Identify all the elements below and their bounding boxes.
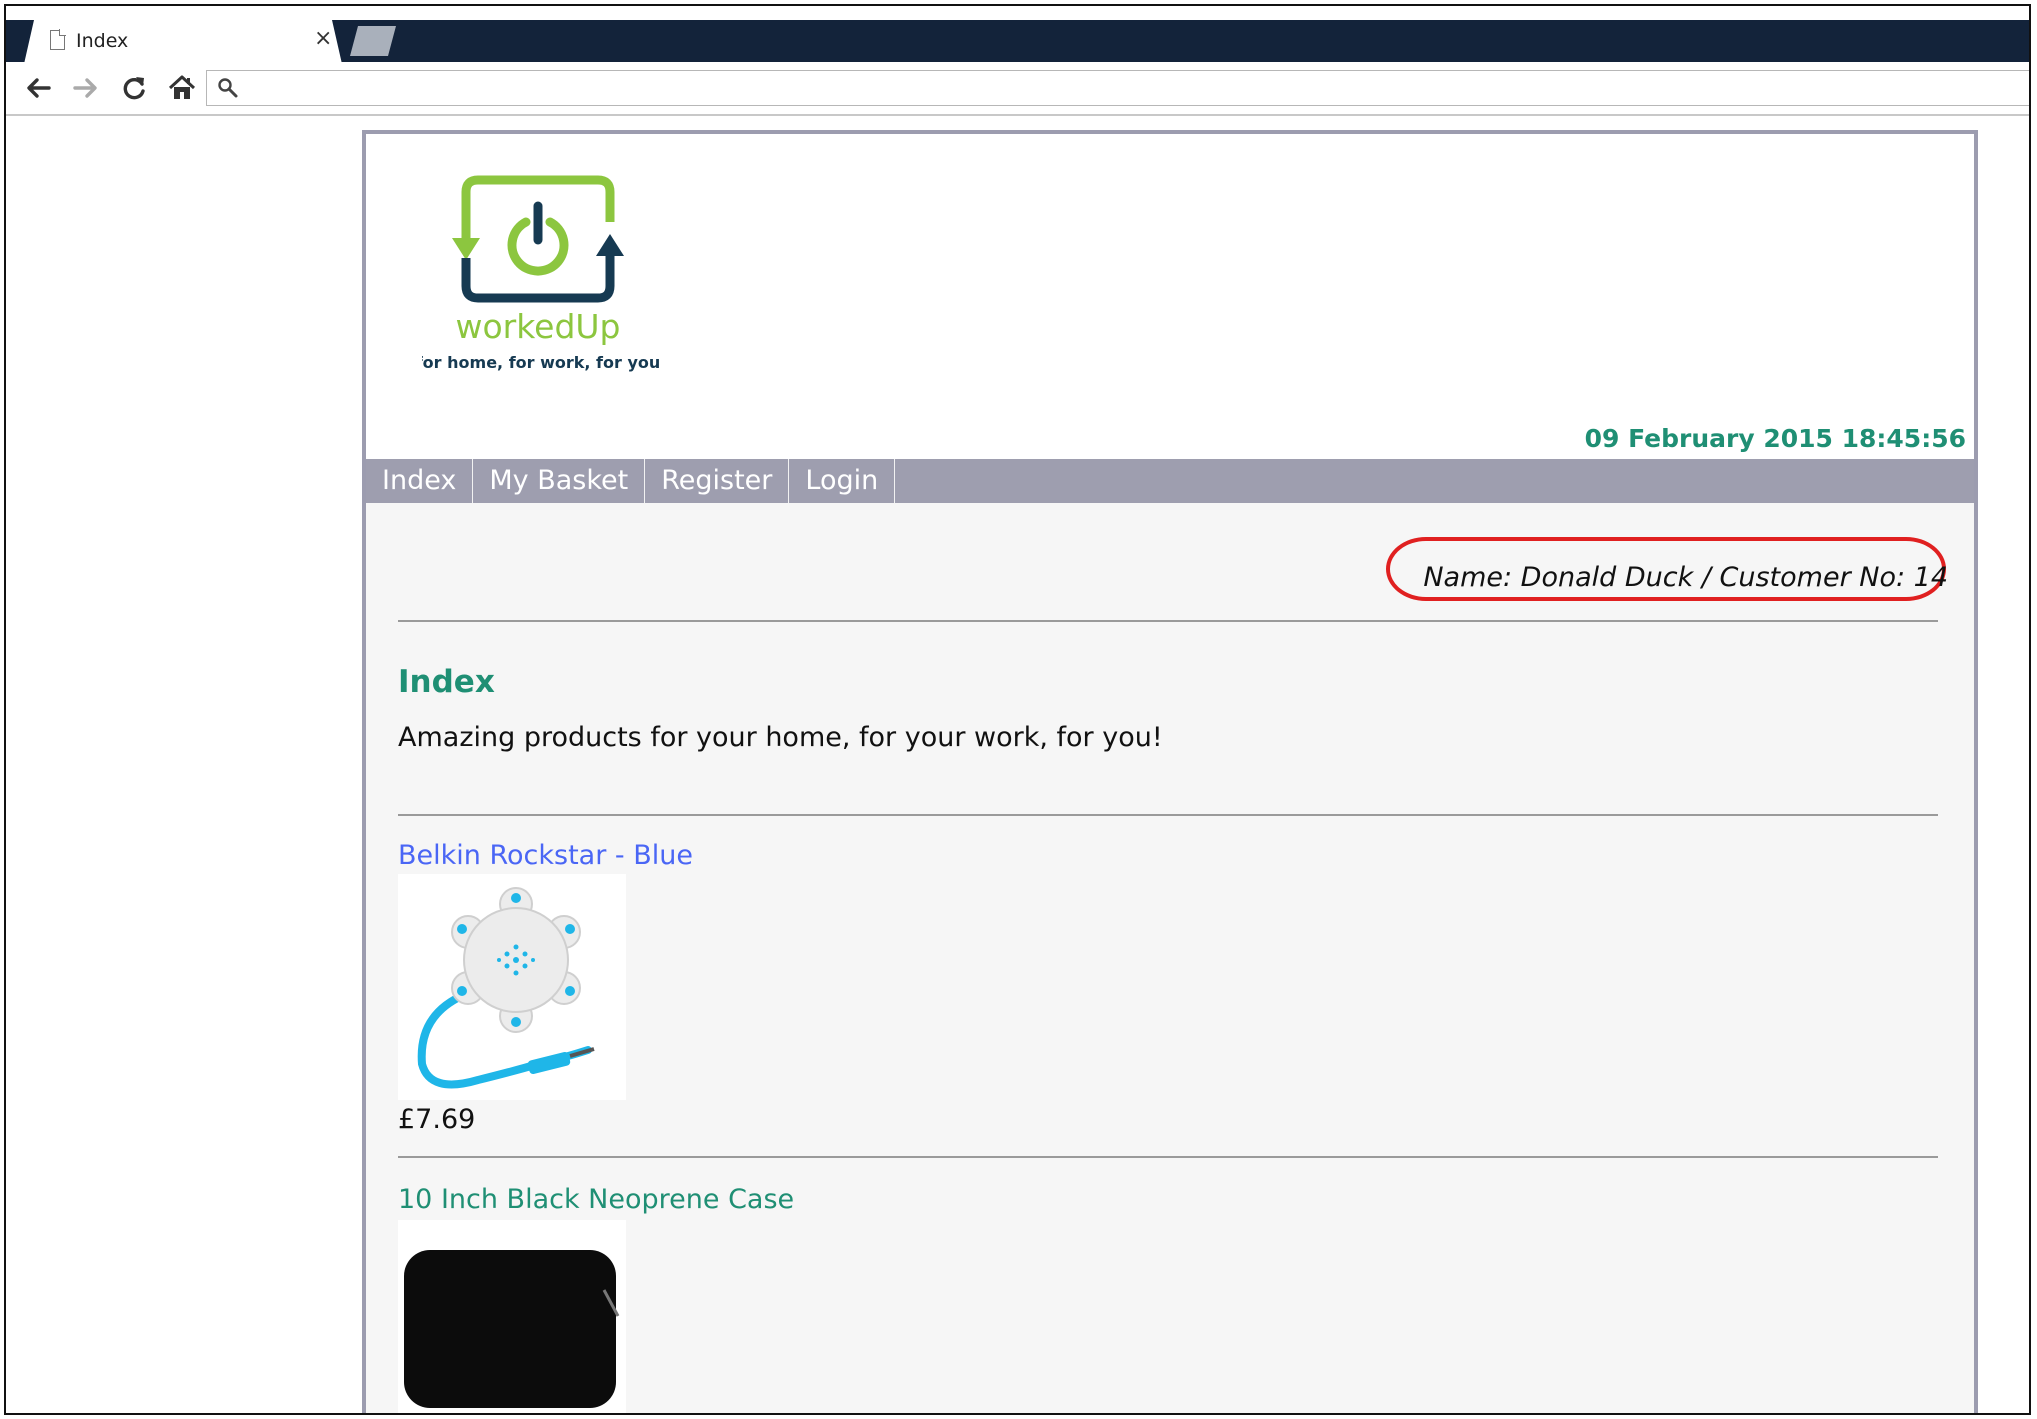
back-arrow-icon bbox=[27, 78, 51, 98]
site-header: workedUp for home, for work, for you 09 … bbox=[366, 134, 1974, 459]
logo-wordmark: workedUp bbox=[455, 307, 620, 346]
screenshot-frame: Index × workedUp for home, for work, for… bbox=[4, 4, 2031, 1415]
tab-bar-edge bbox=[6, 20, 24, 62]
product-link[interactable]: Belkin Rockstar - Blue bbox=[398, 840, 693, 871]
back-button[interactable] bbox=[20, 70, 56, 106]
audio-splitter-icon[interactable] bbox=[398, 874, 626, 1100]
reload-icon bbox=[123, 77, 145, 100]
customer-info: Name: Donald Duck / Customer No: 14 bbox=[1423, 562, 1948, 593]
document-icon bbox=[50, 29, 66, 50]
nav-item-index[interactable]: Index bbox=[366, 459, 474, 503]
tab-bar: Index × bbox=[6, 20, 2029, 64]
current-datetime: 09 February 2015 18:45:56 bbox=[1584, 424, 1966, 453]
page-title: Index bbox=[398, 664, 495, 700]
forward-button[interactable] bbox=[68, 70, 104, 106]
tab-title: Index bbox=[76, 30, 129, 52]
workedup-logo: workedUp for home, for work, for you bbox=[422, 175, 660, 372]
product-link[interactable]: 10 Inch Black Neoprene Case bbox=[398, 1184, 794, 1215]
product-price: £7.69 bbox=[398, 1104, 476, 1135]
logo-tagline: for home, for work, for you bbox=[422, 353, 660, 372]
laptop-sleeve-icon[interactable] bbox=[398, 1220, 626, 1415]
divider bbox=[398, 814, 1938, 816]
intro-text: Amazing products for your home, for your… bbox=[398, 722, 1163, 753]
address-input[interactable] bbox=[249, 73, 2027, 103]
home-icon bbox=[168, 75, 196, 99]
nav-item-login[interactable]: Login bbox=[789, 459, 896, 503]
divider bbox=[398, 1156, 1938, 1158]
reload-button[interactable] bbox=[116, 70, 152, 106]
forward-arrow-icon bbox=[73, 78, 97, 98]
close-tab-icon[interactable]: × bbox=[314, 26, 332, 51]
address-bar[interactable] bbox=[206, 70, 2029, 106]
browser-tab[interactable]: Index × bbox=[24, 20, 342, 64]
nav-item-register[interactable]: Register bbox=[645, 459, 790, 503]
nav-item-my-basket[interactable]: My Basket bbox=[473, 459, 646, 503]
new-tab-button[interactable] bbox=[350, 26, 396, 56]
main-nav: Index My Basket Register Login bbox=[366, 459, 1974, 503]
search-icon bbox=[218, 78, 238, 98]
divider bbox=[398, 620, 1938, 622]
web-page: workedUp for home, for work, for you 09 … bbox=[362, 130, 1978, 1415]
browser-toolbar bbox=[6, 62, 2029, 116]
home-button[interactable] bbox=[164, 70, 200, 106]
